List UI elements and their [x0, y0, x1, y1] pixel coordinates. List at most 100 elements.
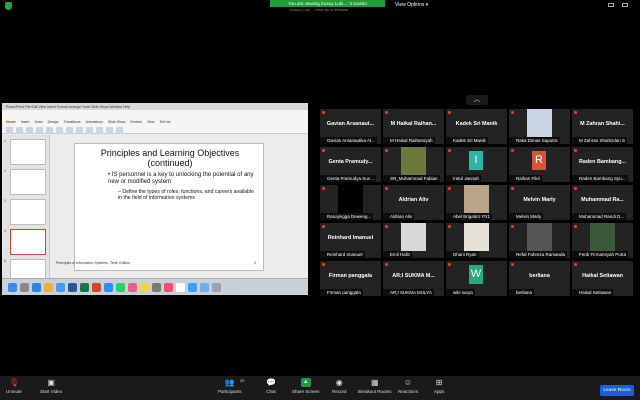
microphone-muted-icon: 🎙: [8, 378, 20, 387]
align-icon[interactable]: [76, 127, 83, 134]
slide-thumbnail[interactable]: [10, 139, 46, 165]
participant-tile[interactable]: Melvin Marly Melvin Marly: [509, 185, 570, 220]
participant-tile[interactable]: Emil Hafiz: [383, 223, 444, 258]
participant-tile[interactable]: Genta Pramudy... Genta Pramudya Sun...: [320, 147, 381, 182]
participant-tile[interactable]: Firman panggala Firman panggala: [320, 261, 381, 296]
slide-thumbnail[interactable]: [10, 169, 46, 195]
ribbon-tab[interactable]: Review: [130, 120, 141, 124]
participant-tile[interactable]: R Raihan Fikri: [509, 147, 570, 182]
participant-tile[interactable]: I Iratul Jannah: [446, 147, 507, 182]
app-store-icon[interactable]: [188, 282, 197, 292]
settings-icon[interactable]: [152, 282, 161, 292]
apps-button[interactable]: ⊞ Apps: [434, 378, 444, 394]
chevron-up-icon[interactable]: ︿: [466, 95, 488, 105]
participant-name-label: SR_Muhammad Fabian: [383, 175, 440, 182]
participant-name-label: wiki surya: [446, 289, 475, 296]
mic-muted-icon: [322, 111, 325, 114]
participant-name-label: Raka Dimas Saputra: [509, 137, 560, 144]
ribbon-tab[interactable]: Slide Show: [108, 120, 126, 124]
shapes-icon[interactable]: [96, 127, 103, 134]
notes-icon[interactable]: [140, 282, 149, 292]
thumb-number: 5: [4, 259, 6, 263]
participant-tile[interactable]: Raka Dimas Saputra: [509, 109, 570, 144]
slide-thumbnail-selected[interactable]: [10, 229, 46, 255]
leave-room-button[interactable]: Leave Room: [600, 385, 634, 396]
excel-icon[interactable]: [80, 282, 89, 292]
calendar-icon[interactable]: [176, 282, 185, 292]
participant-avatar: R: [532, 151, 546, 170]
record-button[interactable]: ◉ Record: [332, 378, 347, 394]
participant-name-label: Iratul Jannah: [446, 175, 482, 182]
ribbon-tab[interactable]: View: [147, 120, 155, 124]
word-icon[interactable]: [68, 282, 77, 292]
folder-icon[interactable]: [200, 282, 209, 292]
bullets-icon[interactable]: [86, 127, 93, 134]
thumb-number: 1: [4, 139, 6, 143]
viewing-screen-banner[interactable]: You are viewing Kusuy Lubi… 's screen: [270, 0, 385, 7]
powerpoint-menu[interactable]: PowerPoint File Edit View Insert Format …: [6, 105, 130, 109]
bold-icon[interactable]: [46, 127, 53, 134]
ribbon-tab[interactable]: Animations: [86, 120, 103, 124]
maximize-icon[interactable]: [622, 3, 628, 7]
participant-tile[interactable]: Haikal Setiawan Haikal Setiawan: [572, 261, 633, 296]
powerpoint-icon[interactable]: [92, 282, 101, 292]
participant-tile[interactable]: Ranajingga Deweng...: [320, 185, 381, 220]
ribbon-tab[interactable]: Draw: [35, 120, 43, 124]
participant-video: [464, 223, 489, 251]
participant-tile[interactable]: berliana berliana: [509, 261, 570, 296]
participant-tile[interactable]: SR_Muhammad Fabian: [383, 147, 444, 182]
ribbon-tab[interactable]: Transitions: [64, 120, 81, 124]
unmute-button[interactable]: 🎙 Unmute: [6, 378, 22, 394]
participant-tile[interactable]: AR;I SUKMA M... AR;I SUKMA MULYA: [383, 261, 444, 296]
ribbon-tab[interactable]: Design: [48, 120, 59, 124]
chat-button[interactable]: 💬 Chat: [266, 378, 276, 394]
quick-styles-icon[interactable]: [116, 127, 123, 134]
new-slide-icon[interactable]: [16, 127, 23, 134]
finder-icon[interactable]: [8, 282, 17, 292]
music-icon[interactable]: [164, 282, 173, 292]
start-video-button[interactable]: ▣ Start Video: [40, 378, 62, 394]
zoom-icon[interactable]: [104, 282, 113, 292]
safari-icon[interactable]: [32, 282, 41, 292]
slide-title: Principles and Learning Objectives (cont…: [100, 148, 240, 168]
whatsapp-icon[interactable]: [116, 282, 125, 292]
participant-tile[interactable]: Wwiki surya: [446, 261, 507, 296]
participants-button[interactable]: 👥 29 Participants: [218, 378, 244, 394]
participant-tile[interactable]: Gavian Arsanaut... Gavian Arsanautika Al.…: [320, 109, 381, 144]
arrange-icon[interactable]: [106, 127, 113, 134]
minimize-icon[interactable]: [608, 3, 614, 7]
participant-tile[interactable]: Reinhard Imanuel Reinhard Imanuel: [320, 223, 381, 258]
participant-tile[interactable]: M Zahran Shahi... M Zahran Shahizdan S: [572, 109, 633, 144]
participant-tile[interactable]: Kadek Sri Manik Kadek Sri Manik: [446, 109, 507, 144]
italic-icon[interactable]: [56, 127, 63, 134]
ribbon-tab[interactable]: Insert: [21, 120, 30, 124]
participant-tile[interactable]: Refal Fahreza Ramanda: [509, 223, 570, 258]
chrome-icon[interactable]: [44, 282, 53, 292]
participant-tile[interactable]: Muhammad Ra... Muhammad Randi D...: [572, 185, 633, 220]
slide-thumbnail[interactable]: [10, 199, 46, 225]
ribbon-tab[interactable]: Tell me: [159, 120, 170, 124]
ribbon-tab[interactable]: Home: [6, 120, 16, 124]
underline-icon[interactable]: [66, 127, 73, 134]
participant-tile[interactable]: M Haikal Raihan... M Haikal Raihansyah: [383, 109, 444, 144]
layout-icon[interactable]: [26, 127, 33, 134]
mic-muted-icon: [448, 187, 451, 190]
launchpad-icon[interactable]: [20, 282, 29, 292]
participant-tile[interactable]: Dhani Ryan: [446, 223, 507, 258]
slide-canvas[interactable]: Principles and Learning Objectives (cont…: [74, 143, 264, 271]
breakout-rooms-button[interactable]: ▦ Breakout Rooms: [358, 378, 392, 394]
share-screen-button[interactable]: ▲ Share Screen: [292, 378, 320, 394]
photos-icon[interactable]: [128, 282, 137, 292]
font-icon[interactable]: [36, 127, 43, 134]
view-options-button[interactable]: View Options ▾: [395, 2, 428, 8]
mail-icon[interactable]: [56, 282, 65, 292]
participant-tile[interactable]: Ferdi Firmansyah Putra: [572, 223, 633, 258]
trash-icon[interactable]: [212, 282, 221, 292]
participant-tile[interactable]: Raden Bambang... Raden Bambang Syu...: [572, 147, 633, 182]
security-shield-icon[interactable]: [5, 2, 12, 10]
participant-tile[interactable]: Aldrian Aliv Aldrian Aliv: [383, 185, 444, 220]
participant-display-name: Genta Pramudy...: [328, 159, 373, 165]
reactions-button[interactable]: ☺ Reactions: [398, 378, 418, 394]
participant-tile[interactable]: Abel Brigatinz P21: [446, 185, 507, 220]
paste-icon[interactable]: [6, 127, 13, 134]
